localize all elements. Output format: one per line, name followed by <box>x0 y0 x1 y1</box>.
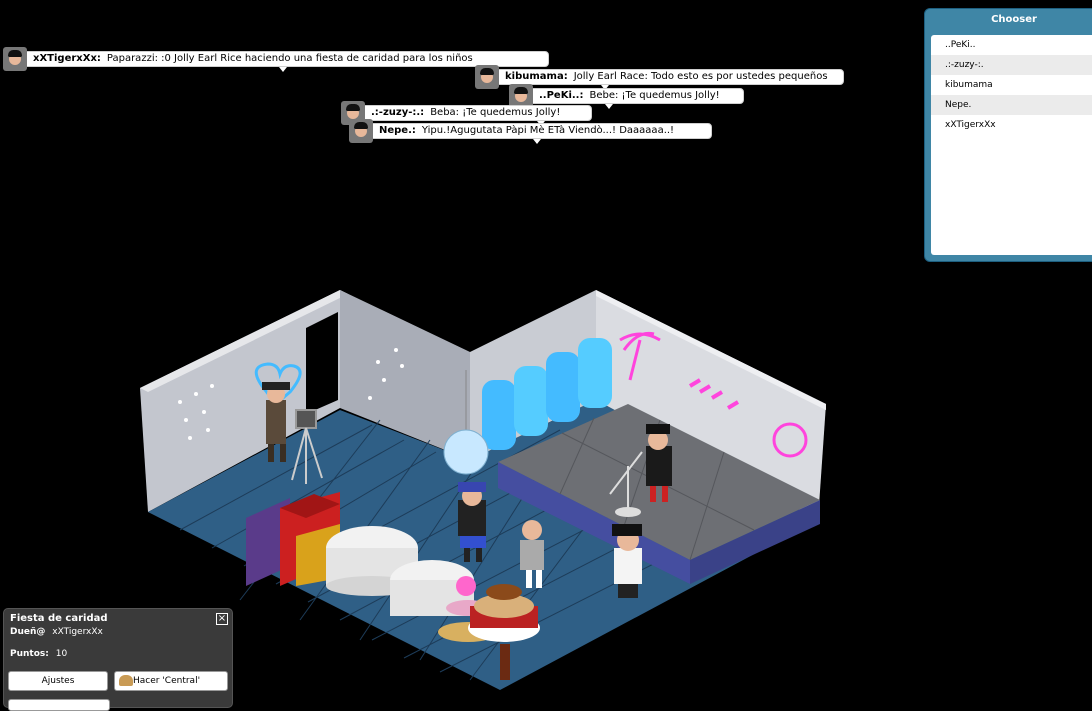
room-owner: Dueñ@ xXTigerxXx <box>10 627 103 637</box>
room-points: Puntos: 10 <box>10 649 67 659</box>
disco-ball[interactable] <box>443 429 489 475</box>
chooser-user-item[interactable]: Nepe. <box>931 95 1092 115</box>
panel-button-stub[interactable] <box>8 699 110 711</box>
owner-label: Dueñ@ <box>10 627 46 637</box>
chat-message: Jolly Earl Race: Todo esto es por ustede… <box>573 71 828 82</box>
make-home-button[interactable]: Hacer 'Central' <box>114 671 228 691</box>
settings-button[interactable]: Ajustes <box>8 671 108 691</box>
room-info-panel: Fiesta de caridad × Dueñ@ xXTigerxXx Pun… <box>3 608 233 711</box>
chooser-window[interactable]: Chooser ..PeKi.. .:-zuzy-:. kibumama Nep… <box>924 8 1092 262</box>
doorway[interactable] <box>306 312 338 414</box>
user-avatar-icon[interactable] <box>349 119 373 143</box>
chat-message: Paparazzi: :0 Jolly Earl Rice haciendo u… <box>106 53 473 64</box>
user-avatar-icon[interactable] <box>475 65 499 89</box>
chooser-user-item[interactable]: ..PeKi.. <box>931 35 1092 55</box>
chat-bubble[interactable]: .:-zuzy-:.: Beba: ¡Te quedemus Jolly! <box>341 101 592 126</box>
chat-message: Beba: ¡Te quedemus Jolly! <box>430 107 561 118</box>
room-name: Fiesta de caridad <box>10 613 108 624</box>
points-value: 10 <box>55 649 68 659</box>
owner-name[interactable]: xXTigerxXx <box>52 627 103 637</box>
chat-message: Yipu.!Agugutata Pàpi Mè ETà Viendò...! D… <box>421 125 675 136</box>
chat-username[interactable]: .:-zuzy-:.: <box>371 105 424 121</box>
make-home-label: Hacer 'Central' <box>133 676 201 686</box>
chat-username[interactable]: ..PeKi..: <box>539 88 583 104</box>
chat-bubble[interactable]: kibumama: Jolly Earl Race: Todo esto es … <box>475 65 844 90</box>
chat-bubble[interactable]: xXTigerxXx: Paparazzi: :0 Jolly Earl Ric… <box>3 47 549 72</box>
close-icon[interactable]: × <box>216 613 228 625</box>
chat-username[interactable]: kibumama: <box>505 69 568 85</box>
points-label: Puntos: <box>10 649 49 659</box>
chooser-user-item[interactable]: .:-zuzy-:. <box>931 55 1092 75</box>
chooser-title[interactable]: Chooser <box>925 9 1092 31</box>
chat-username[interactable]: xXTigerxXx: <box>33 51 101 67</box>
chat-bubble[interactable]: ..PeKi..: Bebe: ¡Te quedemus Jolly! <box>509 84 744 109</box>
chooser-user-item[interactable]: kibumama <box>931 75 1092 95</box>
user-avatar-icon[interactable] <box>3 47 27 71</box>
chooser-user-list[interactable]: ..PeKi.. .:-zuzy-:. kibumama Nepe. xXTig… <box>931 35 1092 255</box>
home-room-icon <box>119 675 133 686</box>
chat-bubble[interactable]: Nepe.: Yipu.!Agugutata Pàpi Mè ETà Viend… <box>349 119 712 144</box>
chooser-user-item[interactable]: xXTigerxXx <box>931 115 1092 135</box>
chat-message: Bebe: ¡Te quedemus Jolly! <box>589 90 720 101</box>
chat-username[interactable]: Nepe.: <box>379 123 416 139</box>
